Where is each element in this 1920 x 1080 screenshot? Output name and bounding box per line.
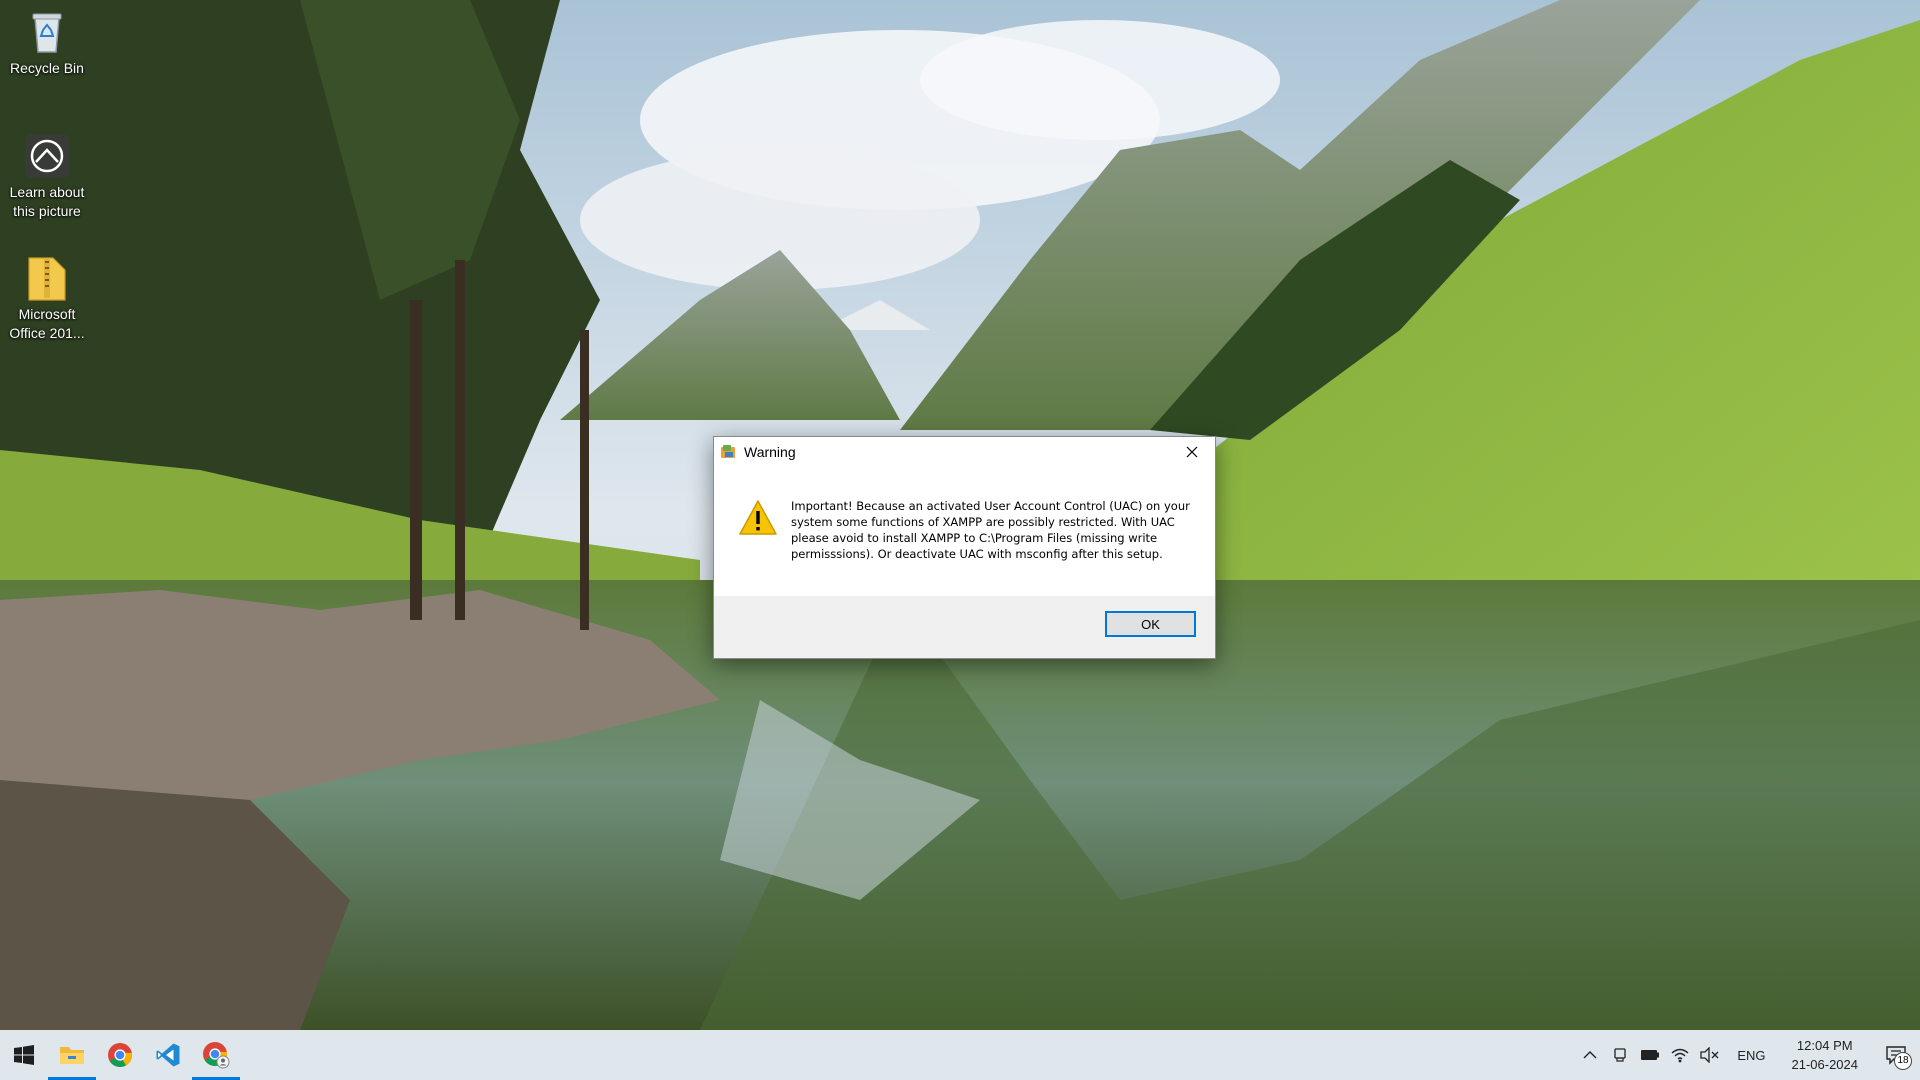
dialog-titlebar[interactable]: Warning (714, 437, 1215, 467)
volume-muted-icon (1700, 1047, 1719, 1063)
desktop-icon-microsoft-office[interactable]: Microsoft Office 201... (4, 254, 90, 343)
chrome-profile-icon (203, 1042, 230, 1069)
warning-dialog: Warning Important! Because an activated … (713, 436, 1216, 659)
volume-button[interactable] (1695, 1030, 1725, 1080)
start-button[interactable] (0, 1030, 48, 1080)
taskbar-chrome-profile[interactable] (192, 1030, 240, 1080)
action-center-button[interactable]: 18 (1872, 1030, 1920, 1080)
taskbar: ENG 12:04 PM 21-06-2024 18 (0, 1030, 1920, 1080)
dialog-title: Warning (744, 444, 796, 460)
taskbar-vscode[interactable] (144, 1030, 192, 1080)
tray-device-button[interactable] (1605, 1030, 1635, 1080)
learn-about-picture-icon (25, 134, 69, 178)
desktop-icon-learn-about-picture[interactable]: Learn about this picture (4, 132, 90, 221)
zip-folder-icon (28, 257, 66, 301)
windows-start-icon (14, 1045, 34, 1065)
system-tray: ENG 12:04 PM 21-06-2024 18 (1575, 1030, 1920, 1080)
desktop-icon-label: Learn about this picture (9, 184, 85, 219)
xampp-installer-icon (721, 445, 735, 458)
close-button[interactable] (1169, 437, 1215, 467)
desktop-icon-label: Microsoft Office 201... (9, 306, 85, 341)
dialog-body: Important! Because an activated User Acc… (714, 467, 1215, 597)
dialog-footer: OK (714, 596, 1215, 658)
show-hidden-icons-button[interactable] (1575, 1030, 1605, 1080)
taskbar-file-explorer[interactable] (48, 1030, 96, 1080)
wifi-icon (1671, 1048, 1689, 1063)
close-icon (1186, 446, 1198, 458)
clock-time: 12:04 PM (1796, 1038, 1853, 1053)
file-explorer-icon (60, 1047, 84, 1064)
notification-count-badge: 18 (1894, 1052, 1912, 1070)
language-indicator[interactable]: ENG (1725, 1048, 1777, 1063)
clock[interactable]: 12:04 PM 21-06-2024 (1778, 1036, 1873, 1074)
network-button[interactable] (1665, 1030, 1695, 1080)
warning-triangle-icon (739, 500, 777, 535)
desktop-icon-recycle-bin[interactable]: Recycle Bin (4, 8, 90, 78)
recycle-bin-icon (32, 13, 62, 53)
chrome-icon (108, 1043, 132, 1067)
ok-button[interactable]: OK (1105, 611, 1196, 637)
vscode-icon (156, 1043, 180, 1067)
taskbar-chrome[interactable] (96, 1030, 144, 1080)
dialog-message: Important! Because an activated User Acc… (791, 499, 1190, 561)
battery-button[interactable] (1635, 1030, 1665, 1080)
device-icon (1614, 1048, 1626, 1062)
battery-icon (1641, 1050, 1660, 1060)
desktop-icon-label: Recycle Bin (10, 60, 84, 76)
chevron-up-icon (1583, 1051, 1597, 1059)
clock-date: 21-06-2024 (1791, 1057, 1859, 1072)
